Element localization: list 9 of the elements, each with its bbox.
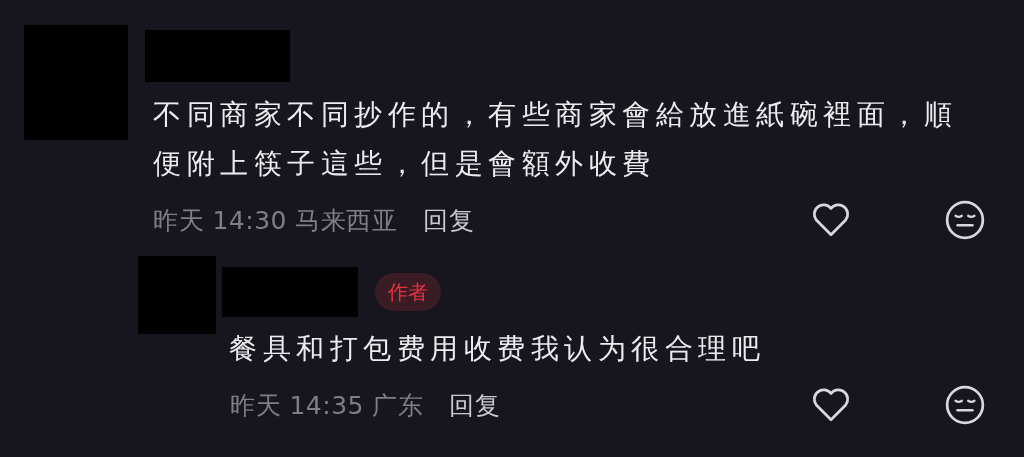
comment-meta: 昨天 14:30 马来西亚 — [153, 204, 398, 237]
face-icon[interactable] — [944, 384, 986, 426]
comment-meta: 昨天 14:35 广东 — [230, 389, 424, 422]
face-icon[interactable] — [944, 199, 986, 241]
reply-link[interactable]: 回复 — [423, 203, 476, 237]
comment-text: 不同商家不同抄作的，有些商家會給放進紙碗裡面，順便附上筷子這些，但是會額外收費 — [152, 97, 958, 182]
comment-text: 餐具和打包费用收费我认为很合理吧 — [228, 331, 766, 367]
reply-link[interactable]: 回复 — [449, 388, 502, 422]
author-badge: 作者 — [375, 273, 441, 311]
